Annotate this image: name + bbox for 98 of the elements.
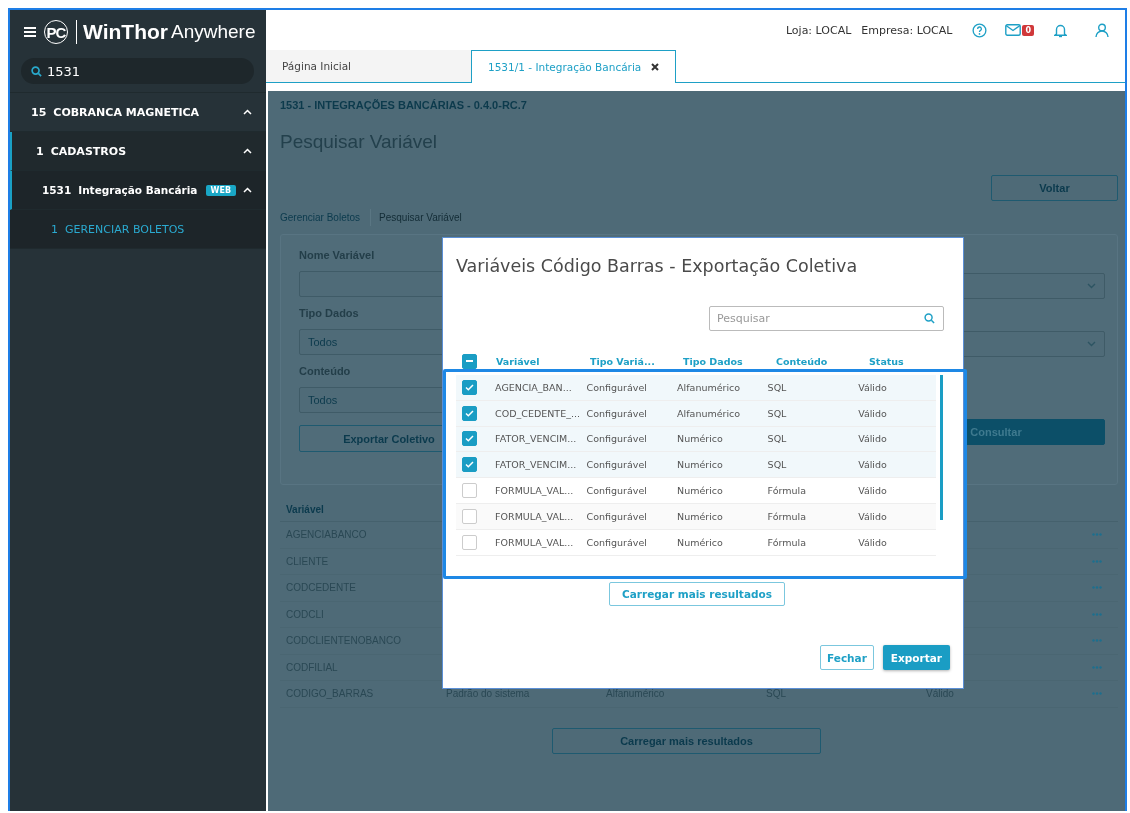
tab[interactable]: Página Inicial <box>266 50 471 82</box>
chevron-icon[interactable] <box>243 148 252 154</box>
table-cell-text: SQL <box>767 459 788 471</box>
column-header[interactable]: Status <box>869 355 949 367</box>
table-cell-text: Alfanumérico <box>677 381 742 393</box>
table-cell-text: SQL <box>767 433 788 445</box>
check-icon <box>465 435 474 443</box>
table-cell-text: Numérico <box>677 433 724 445</box>
table-cell-text: Válido <box>858 510 888 522</box>
table-cell-text: Numérico <box>677 510 724 522</box>
row-checkbox[interactable] <box>462 431 477 447</box>
menu-item[interactable]: 1 CADASTROS <box>10 132 266 171</box>
menu-item-label: Integração Bancária <box>78 184 199 196</box>
table-cell-text: FATOR_VENCIM... <box>495 459 578 471</box>
column-header[interactable]: Variável <box>496 355 590 367</box>
menu-item-code: 1 <box>51 222 58 236</box>
menu-item[interactable]: 1531 Integração Bancária WEB <box>10 171 266 210</box>
module-title: 1531 - INTEGRAÇÕES BANCÁRIAS - 0.4.0-RC.7 <box>280 99 528 111</box>
tab[interactable]: 1531/1 - Integração Bancária <box>471 50 676 83</box>
check-icon <box>465 461 474 469</box>
select-all-checkbox[interactable] <box>462 353 477 369</box>
table-cell-text: FORMULA_VAL... <box>495 485 575 497</box>
table-cell-text: COD_CEDENTE_... <box>495 407 581 419</box>
search-icon <box>31 65 42 77</box>
web-badge: WEB <box>205 184 236 196</box>
table-cell-text: Configurável <box>586 510 648 522</box>
table-cell-text: AGENCIA_BAN... <box>495 381 573 393</box>
chevron-down-icon <box>1087 283 1096 289</box>
menu-item-code: 1531 <box>42 184 72 196</box>
table-cell-text: Numérico <box>677 459 724 471</box>
row-checkbox[interactable] <box>462 457 477 473</box>
table-cell-text: Fórmula <box>767 510 808 522</box>
table-cell-text: Fórmula <box>767 536 808 548</box>
row-checkbox[interactable] <box>462 534 477 550</box>
table-cell-text: Configurável <box>586 485 648 497</box>
table-cell-text: Válido <box>858 485 888 497</box>
menu-search-field[interactable]: 1531 <box>21 58 254 84</box>
table-cell-text: Válido <box>858 381 888 393</box>
help-icon[interactable] <box>972 22 988 38</box>
bell-icon[interactable] <box>1054 22 1067 38</box>
table-cell-text: Configurável <box>586 381 648 393</box>
back-button[interactable]: Voltar <box>991 175 1118 201</box>
row-checkbox[interactable] <box>462 508 477 524</box>
table-cell-text: Configurável <box>586 536 648 548</box>
app-name: WinThor <box>83 20 168 44</box>
search-field[interactable]: Pesquisar <box>709 306 944 331</box>
chevron-icon[interactable] <box>243 187 252 193</box>
store-label: Loja: LOCAL <box>785 23 852 37</box>
table-cell-text: Configurável <box>586 407 648 419</box>
chevron-icon[interactable] <box>243 109 252 115</box>
menu-item-label: GERENCIAR BOLETOS <box>65 222 186 236</box>
table-cell-text: SQL <box>767 407 788 419</box>
menu-item-code: 15 <box>31 105 47 119</box>
user-icon[interactable] <box>1095 22 1109 38</box>
table-cell-text: Válido <box>858 407 888 419</box>
table-cell-text: Numérico <box>677 536 724 548</box>
breadcrumb-item: Pesquisar Variável <box>379 211 462 225</box>
table-cell-text: FATOR_VENCIM... <box>495 433 578 445</box>
table-cell-text: FORMULA_VAL... <box>495 510 575 522</box>
check-icon <box>465 383 474 391</box>
search-icon <box>924 313 935 324</box>
column-header[interactable]: Tipo Variá... <box>590 355 683 367</box>
table-cell-text: Alfanumérico <box>677 407 742 419</box>
table-cell-text: Válido <box>858 459 888 471</box>
table-cell-text: Numérico <box>677 485 724 497</box>
table-cell-text: SQL <box>767 381 788 393</box>
load-more-button[interactable]: Carregar mais resultados <box>552 727 821 754</box>
table-cell-text: Configurável <box>586 433 648 445</box>
table-cell-text: Fórmula <box>767 485 808 497</box>
scrollbar[interactable] <box>940 375 943 520</box>
dialog-title: Variáveis Código Barras - Exportação Coletiva <box>456 256 859 276</box>
menu-icon[interactable] <box>24 27 36 37</box>
column-header[interactable]: Conteúdo <box>776 355 869 367</box>
load-more-button[interactable]: Carregar mais resultados <box>609 582 785 606</box>
table-cell-text: Válido <box>858 536 888 548</box>
mail-icon[interactable] <box>1005 24 1022 36</box>
breadcrumb-item[interactable]: Gerenciar Boletos <box>280 209 372 226</box>
check-icon <box>465 409 474 417</box>
close-icon[interactable] <box>651 63 659 71</box>
chevron-down-icon <box>1087 341 1096 347</box>
menu-item-label: COBRANCA MAGNETICA <box>53 105 201 119</box>
mail-count-badge: 0 <box>1022 24 1034 36</box>
menu-item-code: 1 <box>36 144 44 158</box>
column-header[interactable]: Tipo Dados <box>683 355 776 367</box>
close-button[interactable]: Fechar <box>820 645 874 670</box>
menu-item[interactable]: 1 GERENCIAR BOLETOS <box>10 210 266 249</box>
app-name-suffix: Anywhere <box>170 21 256 43</box>
table-cell-text: FORMULA_VAL... <box>495 536 575 548</box>
menu-item-label: CADASTROS <box>50 144 128 158</box>
export-button[interactable]: Exportar <box>882 645 950 670</box>
table-cell-text: Configurável <box>586 459 648 471</box>
row-checkbox[interactable] <box>462 405 477 421</box>
company-label: Empresa: LOCAL <box>861 23 953 37</box>
search-input[interactable]: 1531 <box>47 63 197 79</box>
table-cell-text: Válido <box>858 433 888 445</box>
row-checkbox[interactable] <box>462 379 477 395</box>
row-checkbox[interactable] <box>462 483 477 499</box>
column-header[interactable]: Variável <box>286 503 324 515</box>
